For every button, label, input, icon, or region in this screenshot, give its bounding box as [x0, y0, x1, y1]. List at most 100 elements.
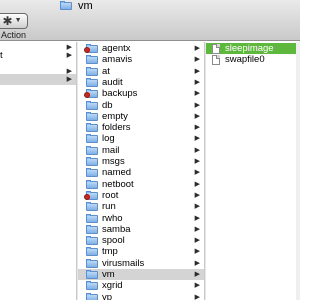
scrollbar[interactable]	[296, 42, 300, 300]
folder-icon	[86, 179, 98, 189]
folder-icon	[86, 111, 98, 121]
disclosure-arrow-icon: ▶	[66, 76, 72, 83]
action-button[interactable]: ✱ ▼	[0, 13, 28, 29]
folder-item[interactable]: amavis ▶	[78, 54, 204, 65]
folder-item[interactable]: spool ▶	[78, 235, 204, 246]
folder-item[interactable]: backups ▶	[78, 88, 204, 99]
folder-icon	[86, 134, 98, 144]
disclosure-arrow-icon: ▶	[194, 169, 200, 177]
folder-item-label: audit	[102, 76, 123, 88]
folder-icon	[86, 77, 98, 87]
disclosure-arrow-icon: ▶	[194, 56, 200, 64]
disclosure-arrow-icon: ▶	[194, 282, 200, 290]
disclosure-arrow-icon: ▶	[194, 225, 200, 233]
disclosure-arrow-icon: ▶	[194, 271, 200, 278]
folder-item[interactable]: run ▶	[78, 201, 204, 212]
folder-icon	[86, 145, 98, 155]
list-item[interactable]: ▶	[0, 74, 76, 85]
folder-item-label: vm	[102, 269, 115, 280]
locked-folder-icon	[84, 190, 98, 200]
locked-folder-icon	[84, 89, 98, 99]
folder-item[interactable]: agentx ▶	[78, 43, 204, 54]
folder-item-label: samba	[102, 223, 131, 235]
window-title: vm	[60, 0, 93, 12]
folder-item[interactable]: rwho ▶	[78, 213, 204, 224]
folder-item[interactable]: msgs ▶	[78, 156, 204, 167]
file-item-label: swapfile0	[225, 54, 265, 66]
folder-item[interactable]: virusmails ▶	[78, 258, 204, 269]
folder-icon	[86, 168, 98, 178]
folder-item[interactable]: db ▶	[78, 100, 204, 111]
folder-icon	[86, 247, 98, 257]
folder-item-label: xgrid	[102, 280, 123, 292]
folder-icon	[60, 0, 74, 12]
folder-item-label: backups	[102, 88, 138, 100]
column-2[interactable]: agentx ▶ amavis ▶ at ▶ audit ▶ backups ▶ db ▶ empty ▶…	[78, 42, 204, 300]
folder-item[interactable]: empty ▶	[78, 111, 204, 122]
disclosure-arrow-icon: ▶	[66, 52, 72, 59]
folder-item-label: log	[102, 133, 115, 145]
disclosure-arrow-icon: ▶	[194, 78, 200, 86]
chevron-down-icon: ▼	[14, 17, 22, 24]
folder-item[interactable]: at ▶	[78, 66, 204, 77]
list-item-label: t	[0, 50, 3, 61]
finder-window: vm ✱ ▼ Action ▶ t ▶ ▶ ▶ agentx ▶ amavis ▶ at ▶ aud…	[0, 0, 300, 300]
file-icon	[212, 54, 221, 65]
folder-item-label: empty	[102, 110, 128, 122]
folder-icon	[86, 270, 98, 279]
folder-item[interactable]: netboot ▶	[78, 179, 204, 190]
column-3[interactable]: sleepimage swapfile0	[206, 42, 300, 300]
folder-item-label: root	[102, 189, 119, 201]
folder-item[interactable]: samba ▶	[78, 224, 204, 235]
folder-icon	[86, 202, 98, 212]
folder-item-label: msgs	[102, 156, 125, 167]
column-1[interactable]: ▶ t ▶ ▶ ▶	[0, 42, 76, 300]
folder-icon	[86, 292, 98, 300]
folder-item-label: netboot	[102, 178, 134, 190]
column-browser: ▶ t ▶ ▶ ▶ agentx ▶ amavis ▶ at ▶ audit ▶ backups ▶ db ▶…	[0, 42, 300, 300]
folder-icon	[86, 258, 98, 268]
folder-item-label: tmp	[102, 246, 118, 258]
disclosure-arrow-icon: ▶	[194, 191, 200, 199]
file-item[interactable]: swapfile0	[206, 54, 300, 65]
disclosure-arrow-icon: ▶	[194, 203, 200, 211]
folder-item[interactable]: mail ▶	[78, 145, 204, 156]
disclosure-arrow-icon: ▶	[194, 124, 200, 132]
folder-icon	[86, 281, 98, 291]
folder-item-label: mail	[102, 144, 120, 156]
gear-icon: ✱	[2, 14, 13, 28]
file-item[interactable]: sleepimage	[206, 43, 300, 54]
list-item[interactable]: t ▶	[0, 50, 76, 61]
folder-item[interactable]: log ▶	[78, 133, 204, 144]
disclosure-arrow-icon: ▶	[194, 214, 200, 222]
folder-item-label: folders	[102, 122, 131, 134]
folder-icon	[86, 224, 98, 234]
disclosure-arrow-icon: ▶	[194, 45, 200, 52]
folder-item[interactable]: folders ▶	[78, 122, 204, 133]
disclosure-arrow-icon: ▶	[194, 248, 200, 256]
folder-item-label: spool	[102, 235, 125, 247]
folder-item-label: virusmails	[102, 257, 145, 269]
folder-item[interactable]: yp ▶	[78, 292, 204, 300]
disclosure-arrow-icon: ▶	[194, 158, 200, 165]
folder-item[interactable]: tmp ▶	[78, 246, 204, 257]
folder-item[interactable]: audit ▶	[78, 77, 204, 88]
folder-item[interactable]: xgrid ▶	[78, 280, 204, 291]
folder-item[interactable]: vm ▶	[78, 269, 204, 280]
folder-icon	[86, 123, 98, 133]
folder-icon	[86, 55, 98, 65]
disclosure-arrow-icon: ▶	[194, 90, 200, 98]
folder-icon	[86, 213, 98, 223]
disclosure-arrow-icon: ▶	[194, 237, 200, 245]
folder-item-label: agentx	[102, 43, 131, 54]
disclosure-arrow-icon: ▶	[194, 112, 200, 120]
toolbar: vm ✱ ▼ Action	[0, 0, 300, 41]
folder-item[interactable]: named ▶	[78, 167, 204, 178]
disclosure-arrow-icon: ▶	[194, 67, 200, 75]
file-icon	[212, 43, 221, 54]
disclosure-arrow-icon: ▶	[194, 135, 200, 143]
folder-item[interactable]: root ▶	[78, 190, 204, 201]
locked-folder-icon	[84, 44, 98, 53]
folder-item-label: yp	[102, 291, 113, 300]
disclosure-arrow-icon: ▶	[194, 101, 200, 109]
